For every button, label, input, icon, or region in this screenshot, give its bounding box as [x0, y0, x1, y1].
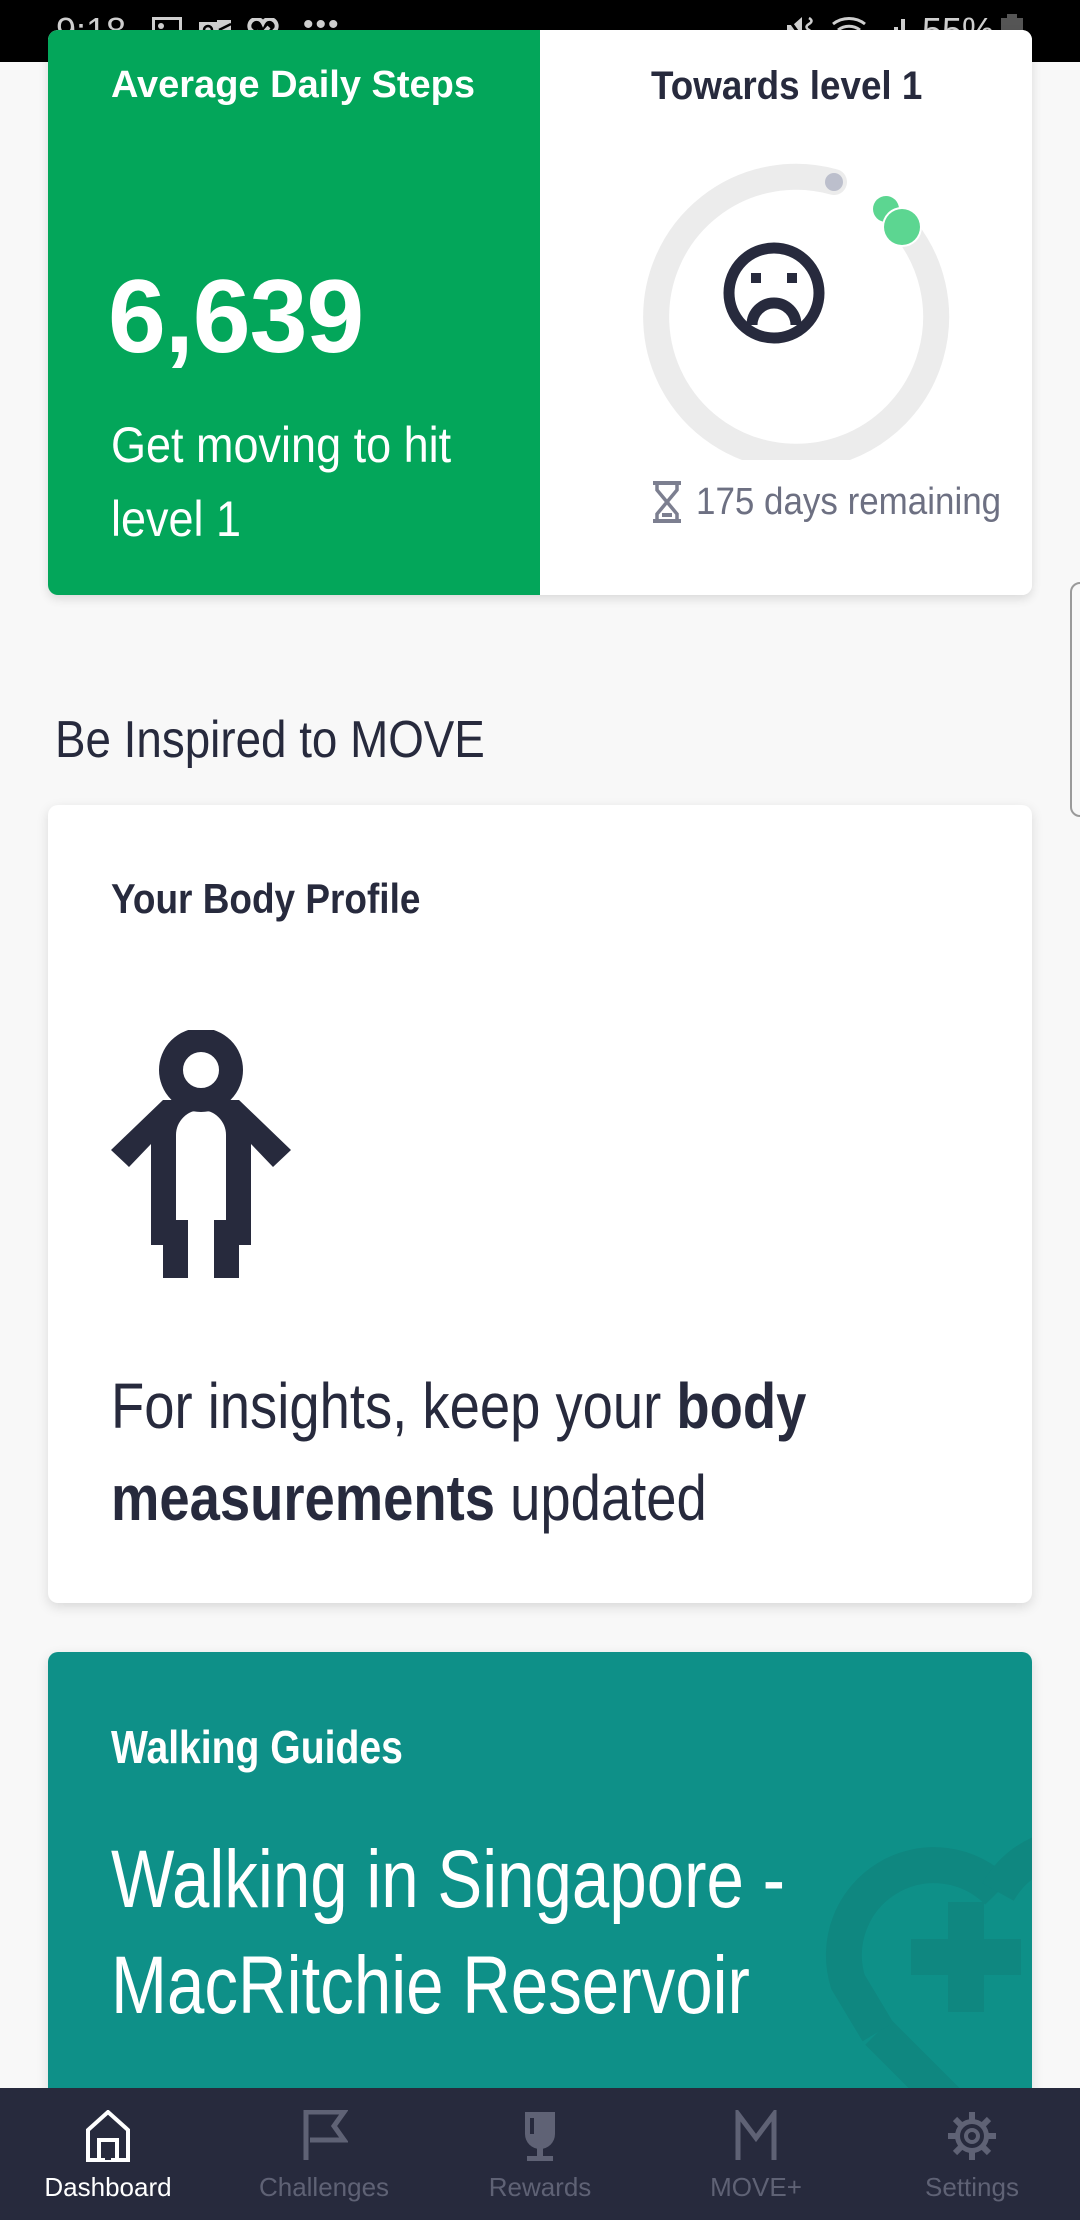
level-progress-panel[interactable]: Towards level 1 175 days remaining — [540, 30, 1032, 595]
body-profile-title: Your Body Profile — [111, 875, 421, 922]
nav-label-move-plus: MOVE+ — [710, 2172, 802, 2202]
nav-item-challenges[interactable]: Challenges — [216, 2088, 432, 2220]
nav-item-rewards[interactable]: Rewards — [432, 2088, 648, 2220]
steps-message: Get moving to hit level 1 — [111, 417, 452, 547]
body-text-bold-measurements: measurements — [111, 1462, 496, 1534]
days-remaining-text: 175 days remaining — [696, 480, 1002, 523]
edge-panel-handle[interactable] — [1070, 582, 1080, 817]
walking-guide-card[interactable]: Walking Guides Walking in Singapore - Ma… — [48, 1652, 1032, 2152]
walking-guide-title-line2: MacRitchie Reservoir — [111, 1940, 750, 2031]
walking-guide-title: Walking in Singapore - MacRitchie Reserv… — [111, 1827, 785, 2039]
trophy-icon — [512, 2108, 568, 2164]
steps-title: Average Daily Steps — [111, 64, 475, 106]
body-text-bold-body: body — [676, 1370, 807, 1442]
steps-value: 6,639 — [108, 259, 364, 375]
body-figure-icon — [111, 1030, 291, 1278]
body-profile-message: For insights, keep your body measurement… — [111, 1360, 859, 1544]
days-remaining: 175 days remaining — [652, 480, 1028, 524]
body-text-suffix: updated — [495, 1462, 707, 1534]
flag-icon — [296, 2108, 352, 2164]
nav-item-dashboard[interactable]: Dashboard — [0, 2088, 216, 2220]
ring-goal-marker-dot — [884, 209, 920, 245]
nav-label-settings: Settings — [925, 2172, 1019, 2202]
level-title: Towards level 1 — [651, 64, 923, 108]
body-text-prefix: For insights, keep your — [111, 1370, 677, 1442]
body-profile-card[interactable]: Your Body Profile For insights, keep you… — [48, 805, 1032, 1603]
home-icon — [80, 2108, 136, 2164]
walking-guide-title-line1: Walking in Singapore - — [111, 1834, 785, 1925]
steps-level-card[interactable]: Average Daily Steps 6,639 Get moving to … — [48, 30, 1032, 595]
average-steps-panel[interactable]: Average Daily Steps 6,639 Get moving to … — [48, 30, 540, 595]
hourglass-icon — [653, 481, 681, 523]
nav-item-settings[interactable]: Settings — [864, 2088, 1080, 2220]
move-m-icon — [728, 2108, 784, 2164]
nav-item-move-plus[interactable]: MOVE+ — [648, 2088, 864, 2220]
bottom-nav: Dashboard Challenges Rewards MOVE+ Setti… — [0, 2088, 1080, 2220]
nav-label-challenges: Challenges — [258, 2172, 390, 2202]
level-progress-ring — [643, 163, 950, 460]
nav-label-dashboard: Dashboard — [44, 2172, 172, 2202]
sad-face-icon — [723, 242, 825, 344]
ring-start-marker — [825, 173, 843, 191]
walking-guide-category: Walking Guides — [111, 1721, 403, 1773]
gear-icon — [944, 2108, 1000, 2164]
section-heading: Be Inspired to MOVE — [55, 711, 485, 769]
nav-label-rewards: Rewards — [488, 2172, 592, 2202]
